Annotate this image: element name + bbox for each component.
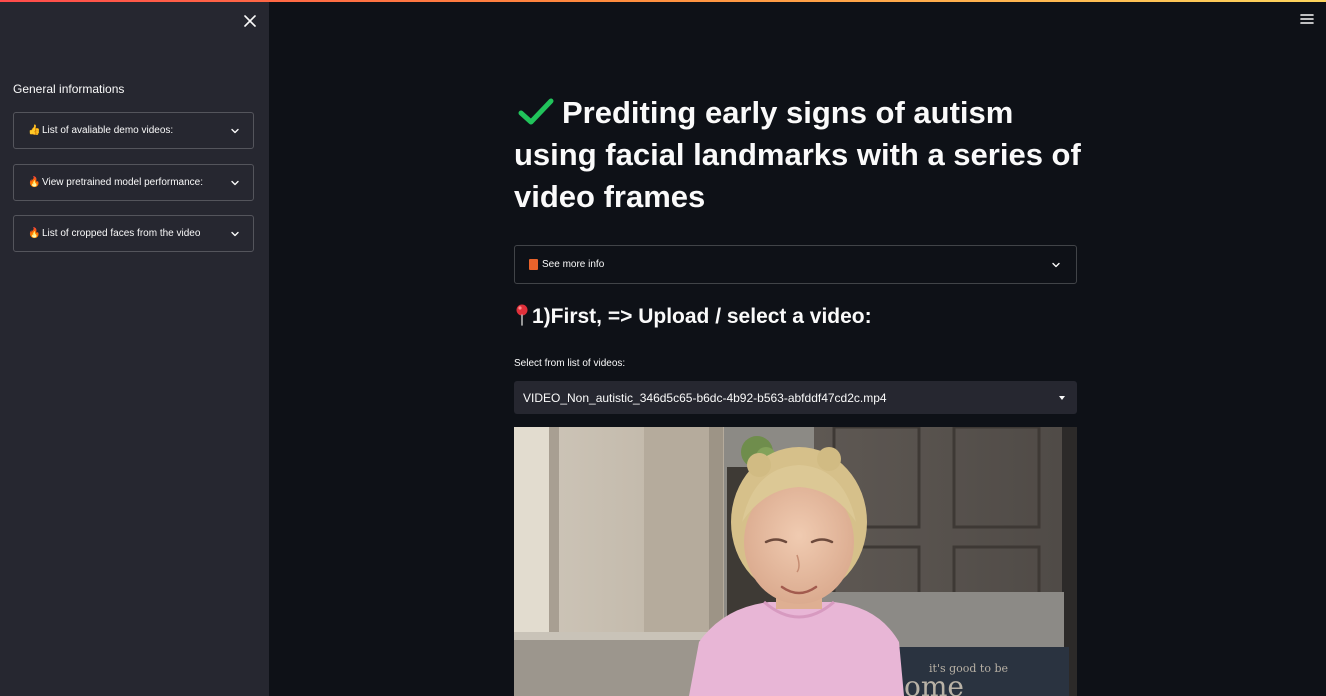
pushpin-icon — [516, 304, 528, 326]
page-title-text: Prediting early signs of autism using fa… — [514, 95, 1081, 214]
video-select[interactable]: VIDEO_Non_autistic_346d5c65-b6dc-4b92-b5… — [514, 381, 1077, 414]
step1-heading-text: 1)First, => Upload / select a video: — [532, 305, 872, 328]
doormat-script-text: ome — [904, 670, 964, 696]
page-title: Prediting early signs of autism using fa… — [514, 92, 1084, 218]
expander-model-performance[interactable]: 🔥 View pretrained model performance: — [13, 164, 254, 201]
top-decoration-bar — [0, 0, 1326, 2]
fire-icon: 🔥 — [28, 228, 41, 239]
check-mark-icon — [518, 98, 554, 125]
chevron-down-icon — [231, 180, 239, 185]
menu-icon[interactable] — [1299, 12, 1315, 26]
expander-label: View pretrained model performance: — [42, 177, 204, 188]
video-frame-image: it's good to be ome — [514, 427, 1077, 696]
step1-heading: 1)First, => Upload / select a video: — [512, 303, 872, 329]
video-player[interactable]: it's good to be ome — [514, 427, 1077, 696]
book-icon — [529, 259, 538, 270]
chevron-down-icon — [231, 231, 239, 236]
expander-label: List of avaliable demo videos: — [42, 125, 174, 136]
thumbs-up-icon: 👍 — [28, 125, 41, 136]
select-label: Select from list of videos: — [514, 358, 626, 369]
expander-label: See more info — [542, 259, 605, 270]
sidebar: General informations 👍 List of avaliable… — [0, 2, 269, 696]
select-value: VIDEO_Non_autistic_346d5c65-b6dc-4b92-b5… — [523, 390, 887, 405]
chevron-down-icon — [231, 128, 239, 133]
sidebar-title: General informations — [13, 82, 125, 96]
expander-label: List of cropped faces from the video — [42, 228, 201, 239]
caret-down-icon — [1059, 395, 1065, 400]
expander-see-more-info[interactable]: See more info — [514, 245, 1077, 284]
fire-icon: 🔥 — [28, 177, 41, 188]
expander-cropped-faces[interactable]: 🔥 List of cropped faces from the video — [13, 215, 254, 252]
chevron-down-icon — [1052, 262, 1060, 267]
close-icon[interactable] — [241, 12, 259, 30]
expander-demo-videos[interactable]: 👍 List of avaliable demo videos: — [13, 112, 254, 149]
